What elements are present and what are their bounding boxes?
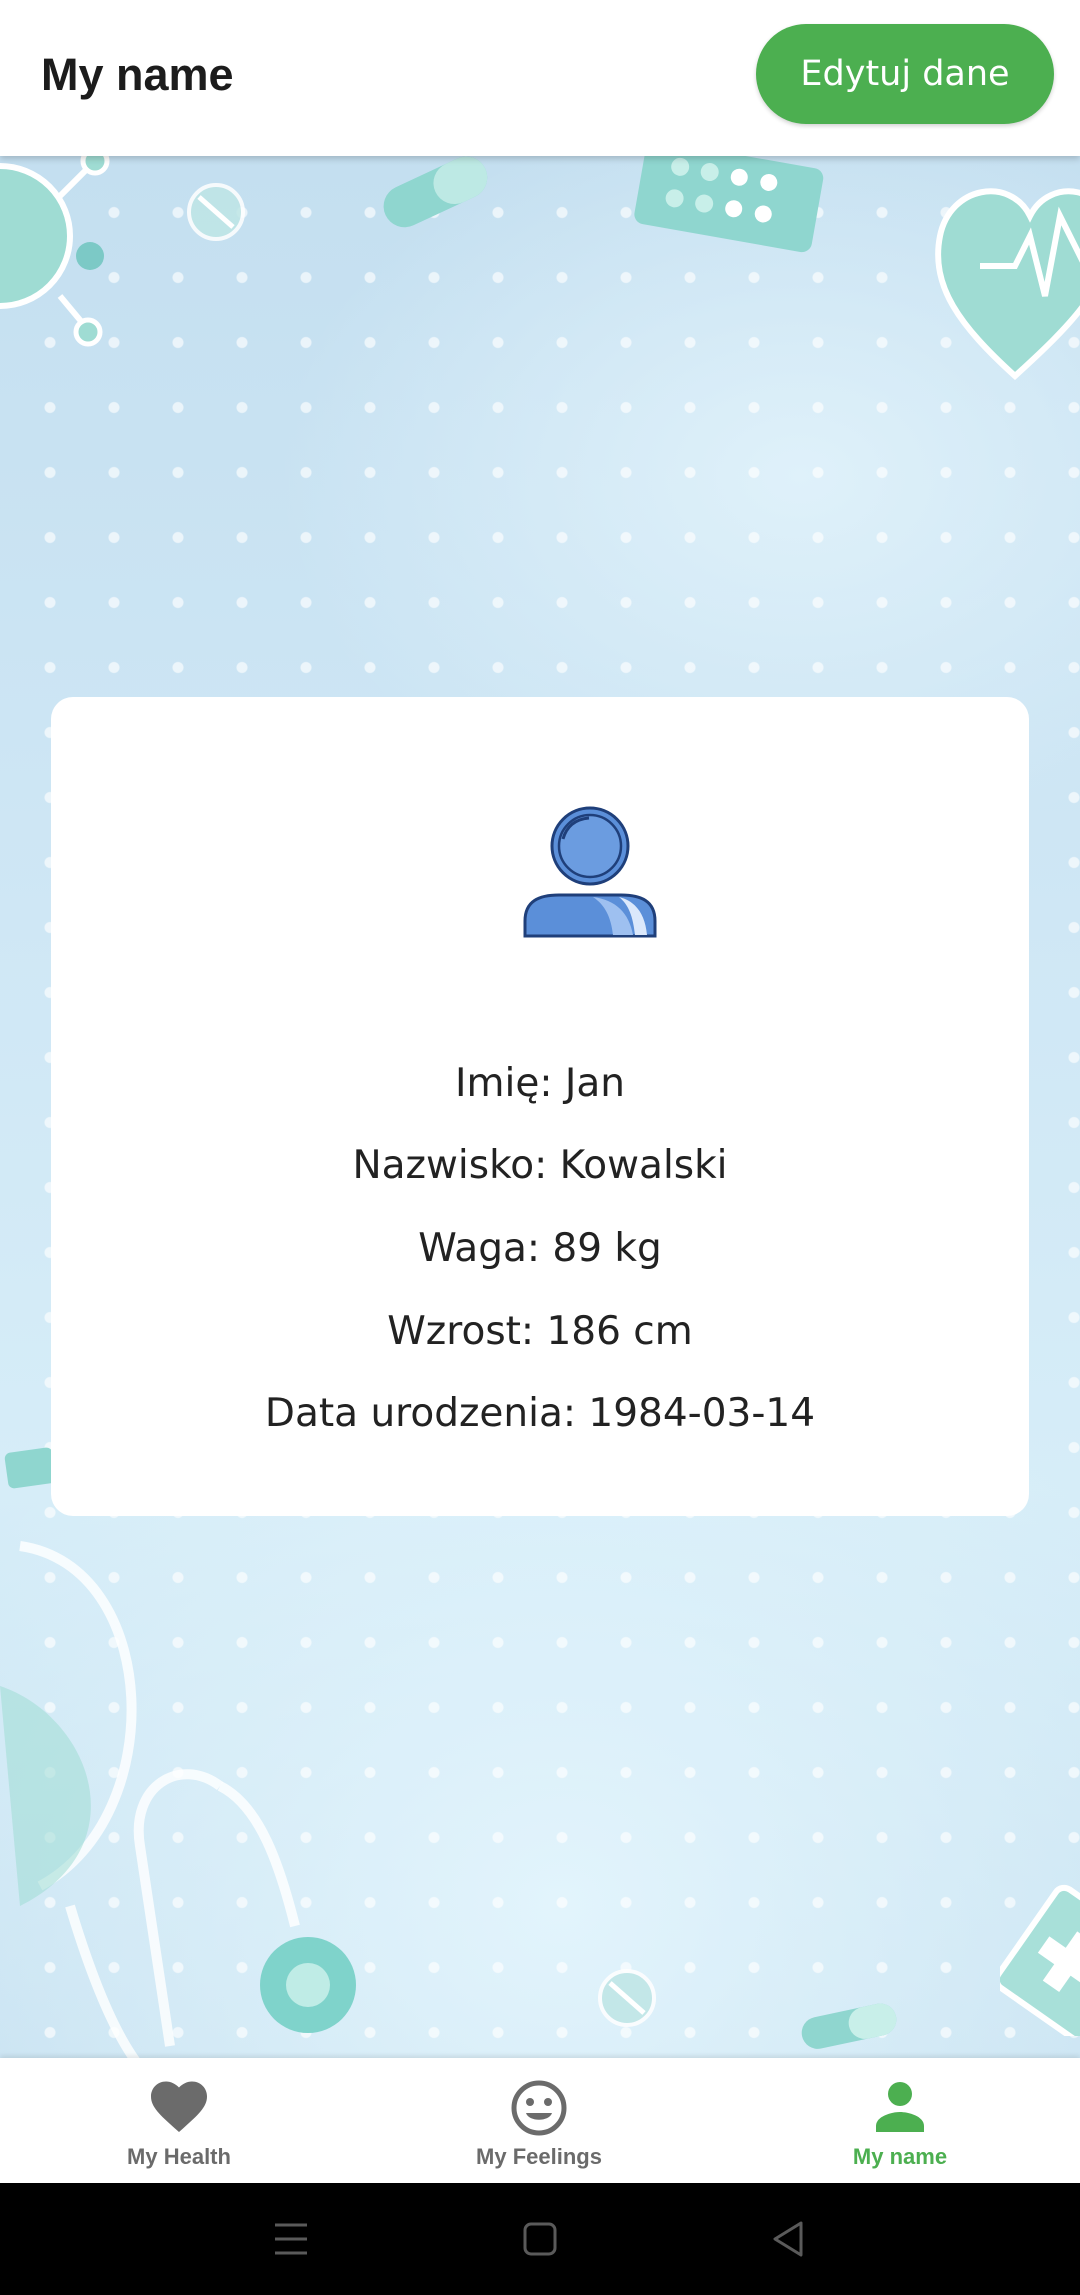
weight-text: Waga: 89 kg [418, 1226, 662, 1271]
person-avatar-icon [523, 806, 657, 938]
page-title: My name [41, 49, 234, 100]
nav-item-my-feelings[interactable]: My Feelings [439, 2058, 639, 2183]
top-app-bar: My name Edytuj dane [0, 0, 1080, 156]
heart-pulse-illustration [935, 188, 1080, 381]
last-name-text: Nazwisko: Kowalski [352, 1143, 728, 1188]
nav-label-my-feelings: My Feelings [476, 2144, 602, 2169]
nav-label-my-name: My name [852, 2144, 948, 2169]
capsule-illustration [383, 156, 488, 228]
virus-illustration [0, 156, 110, 347]
tablet-illustration-bottom [598, 1969, 656, 2027]
back-icon[interactable] [763, 2213, 815, 2265]
nav-label-my-health: My Health [127, 2144, 231, 2169]
bottom-navigation: My Health My Feelings My name [0, 2058, 1080, 2183]
recent-apps-icon[interactable] [265, 2213, 317, 2265]
nav-item-my-health[interactable]: My Health [79, 2058, 279, 2183]
height-text: Wzrost: 186 cm [387, 1309, 693, 1354]
nav-item-my-name[interactable]: My name [800, 2058, 1000, 2183]
smiley-face-icon [511, 2080, 567, 2136]
stethoscope-illustration [0, 1541, 356, 2058]
profile-card: Imię: Jan Nazwisko: Kowalski Waga: 89 kg… [51, 697, 1029, 1516]
birth-date-text: Data urodzenia: 1984-03-14 [264, 1391, 816, 1436]
first-name-text: Imię: Jan [455, 1061, 625, 1106]
home-icon[interactable] [514, 2213, 566, 2265]
screen: My name Edytuj dane Imię: Jan Nazwisko: … [0, 0, 1080, 2295]
medical-kit-illustration [1000, 1884, 1080, 2036]
heart-icon [151, 2081, 207, 2132]
capsule-illustration-bottom [801, 2003, 897, 2049]
person-icon [876, 2082, 924, 2132]
tablet-illustration [187, 183, 245, 241]
pill-blister-illustration [634, 156, 824, 253]
system-navigation-bar [0, 2183, 1080, 2295]
edit-data-button[interactable]: Edytuj dane [756, 24, 1054, 124]
